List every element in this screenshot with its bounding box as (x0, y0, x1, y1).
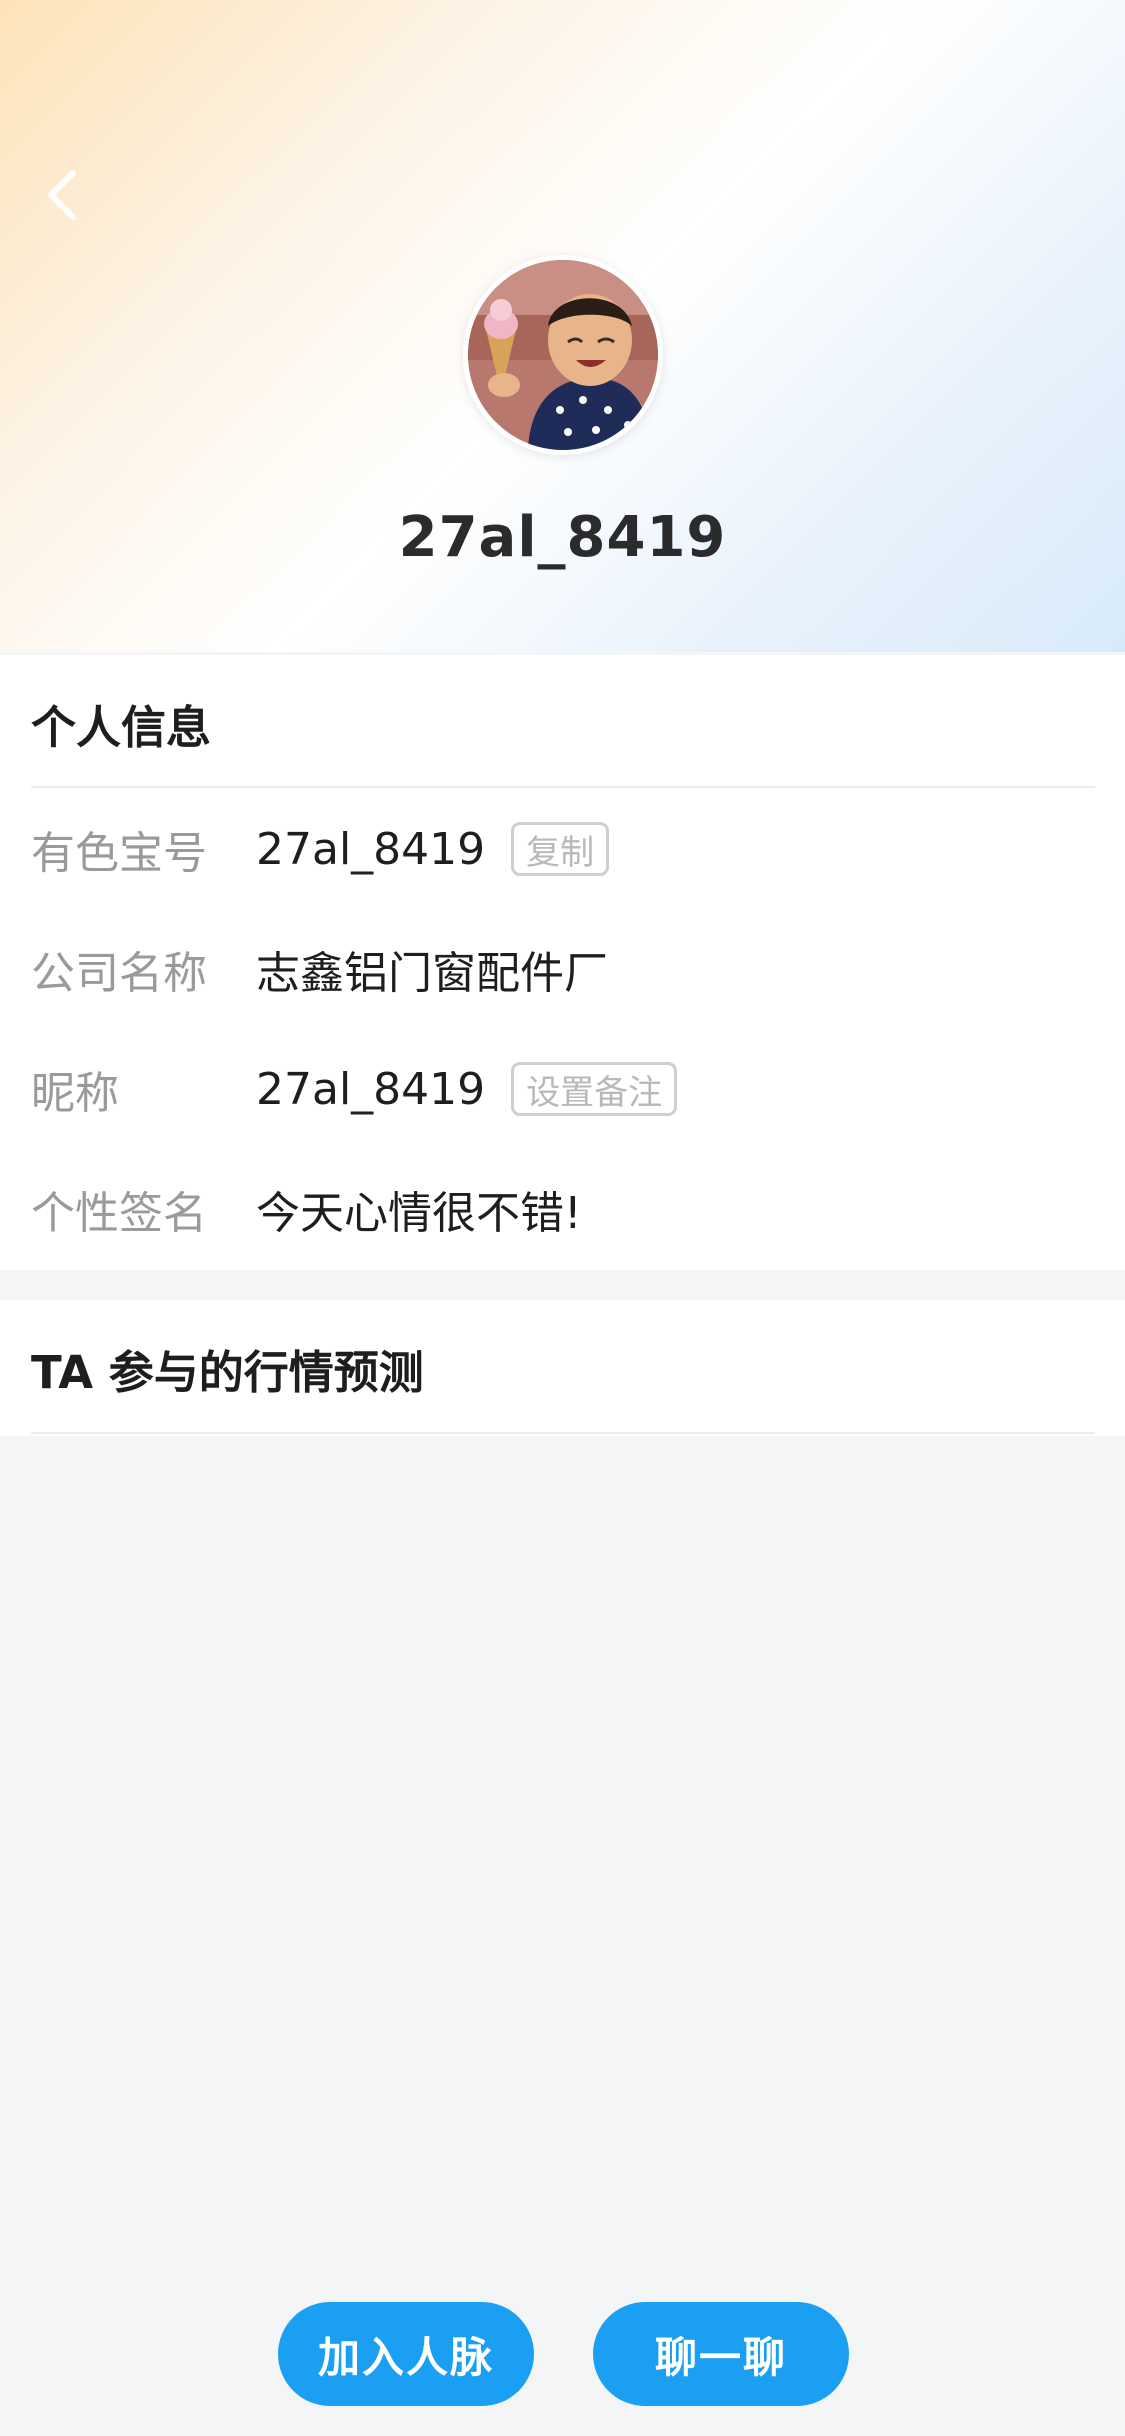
divider (31, 786, 1095, 788)
row-value-wrapper: 27al_8419 复制 (256, 822, 610, 876)
company-name-value: 志鑫铝门窗配件厂 (256, 948, 608, 999)
row-label: 昵称 (31, 1068, 119, 1119)
set-remark-button[interactable]: 设置备注 (511, 1062, 678, 1116)
section-title-predictions: TA 参与的行情预测 (31, 1346, 424, 1399)
row-value-wrapper: 27al_8419 设置备注 (256, 1062, 678, 1116)
nickname-value: 27al_8419 (256, 1063, 486, 1115)
personal-info-card: 个人信息 有色宝号 27al_8419 复制 公司名称 志鑫铝门窗配件厂 昵称 … (0, 655, 1125, 1270)
chat-button[interactable]: 聊一聊 (593, 2302, 849, 2406)
row-label: 个性签名 (31, 1188, 207, 1239)
account-id-value: 27al_8419 (256, 823, 486, 875)
row-label: 公司名称 (31, 948, 207, 999)
row-label: 有色宝号 (31, 828, 207, 879)
avatar-photo (468, 260, 658, 450)
signature-value: 今天心情很不错! (256, 1188, 582, 1239)
add-contact-button[interactable]: 加入人脉 (278, 2302, 534, 2406)
copy-button[interactable]: 复制 (511, 822, 610, 876)
prediction-card: TA 参与的行情预测 (0, 1300, 1125, 1436)
info-row-account-id: 有色宝号 27al_8419 复制 (0, 814, 1125, 884)
info-row-nickname: 昵称 27al_8419 设置备注 (0, 1054, 1125, 1124)
profile-header: 27al_8419 (0, 0, 1125, 652)
avatar[interactable] (463, 255, 663, 455)
back-button[interactable] (34, 160, 90, 230)
section-title-personal-info: 个人信息 (31, 701, 212, 754)
info-row-signature: 个性签名 今天心情很不错! (0, 1174, 1125, 1244)
divider (31, 1432, 1095, 1434)
info-row-company: 公司名称 志鑫铝门窗配件厂 (0, 934, 1125, 1004)
profile-username: 27al_8419 (398, 505, 727, 570)
chevron-left-icon (48, 170, 76, 220)
